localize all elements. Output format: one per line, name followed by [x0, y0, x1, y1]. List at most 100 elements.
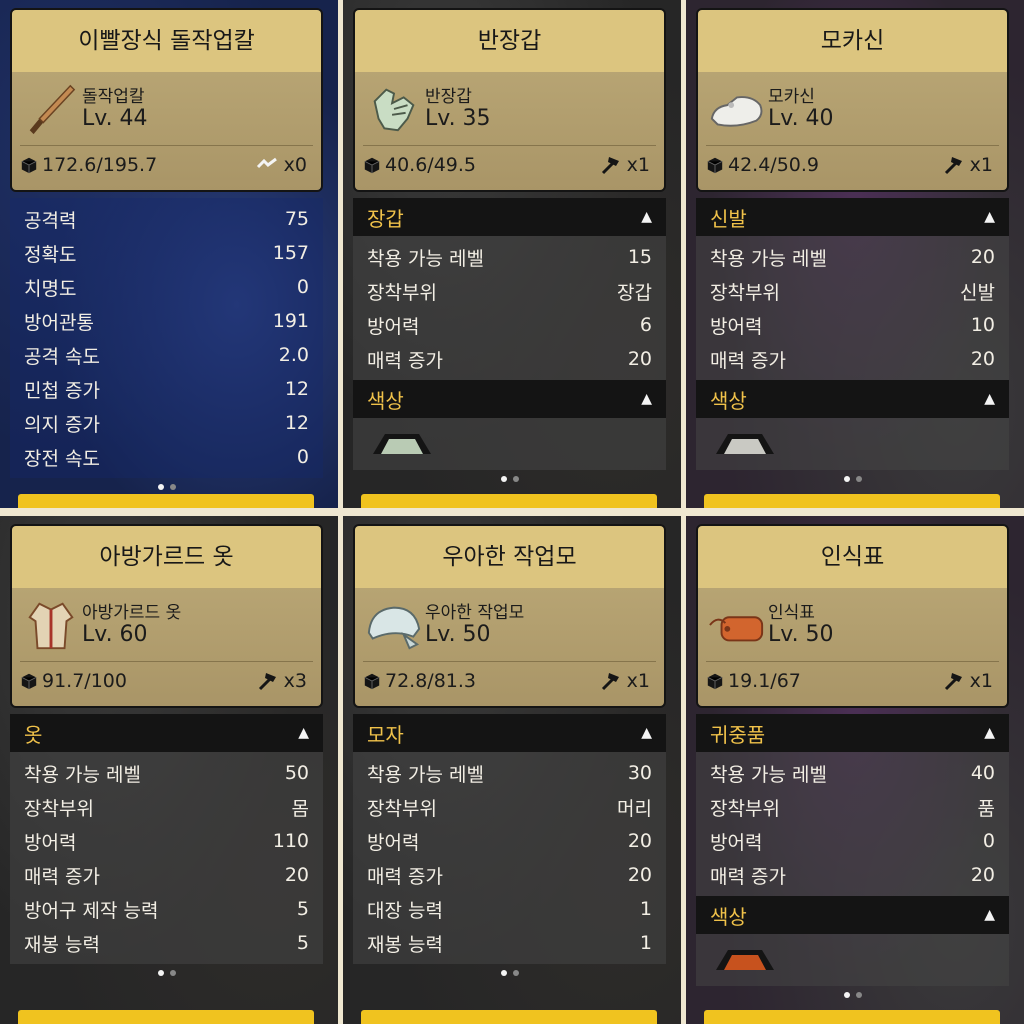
stat-value: 75: [284, 208, 309, 230]
item-info: 아방가르드 옷 Lv. 60 91.7/100 x3: [12, 588, 321, 706]
item-level: Lv. 50: [768, 622, 834, 647]
action-button[interactable]: [18, 1010, 314, 1024]
item-name: 돌작업칼: [82, 87, 145, 107]
screenshot-grid: 이빨장식 돌작업칼 돌작업칼 Lv. 44 172.6/195.7 x0 공격력…: [0, 0, 1024, 1024]
durability-value: x1: [969, 670, 993, 692]
divider: [20, 661, 313, 662]
color-swatch[interactable]: [714, 432, 776, 456]
collapse-arrow-icon[interactable]: ▲: [641, 209, 652, 225]
collapse-arrow-icon[interactable]: ▲: [984, 725, 995, 741]
item-details: 신발 ▲ 착용 가능 레벨 20 장착부위 신발 방어력 10 매력 증가 20…: [696, 198, 1009, 488]
stat-label: 착용 가능 레벨: [24, 763, 141, 786]
stat-label: 착용 가능 레벨: [367, 763, 484, 786]
page-dot[interactable]: [500, 476, 507, 482]
divider: [363, 661, 656, 662]
item-weight: 91.7/100: [20, 670, 127, 692]
color-section-label: 색상: [367, 388, 404, 413]
stat-value: 20: [970, 864, 995, 886]
page-dot[interactable]: [855, 992, 862, 998]
item-level: Lv. 60: [82, 622, 148, 647]
category-label: 신발: [710, 206, 747, 231]
color-section-label: 색상: [710, 904, 747, 929]
stat-row: 장착부위 품: [710, 790, 995, 824]
item-card-panel: 인식표 인식표 Lv. 50 19.1/67 x1 귀중품 ▲ 착용 가능 레벨…: [686, 516, 1024, 1024]
glove-icon: [365, 80, 423, 138]
stat-label: 착용 가능 레벨: [367, 247, 484, 270]
weight-value: 72.8/81.3: [385, 670, 477, 692]
stat-label: 의지 증가: [24, 413, 100, 436]
item-level: Lv. 50: [425, 622, 491, 647]
category-header[interactable]: 신발 ▲: [696, 198, 1009, 236]
durability-icon: [256, 157, 277, 169]
stat-label: 장착부위: [367, 281, 437, 304]
page-dot[interactable]: [500, 970, 507, 976]
stat-value: 0: [296, 446, 309, 468]
action-button[interactable]: [704, 1010, 1000, 1024]
category-label: 모자: [367, 722, 404, 747]
color-swatch[interactable]: [371, 432, 433, 456]
action-button[interactable]: [18, 494, 314, 508]
action-button[interactable]: [704, 494, 1000, 508]
item-card-panel: 모카신 모카신 Lv. 40 42.4/50.9 x1 신발 ▲ 착용 가능 레…: [686, 0, 1024, 508]
color-section-header[interactable]: 색상 ▲: [696, 380, 1009, 418]
item-header-card: 모카신 모카신 Lv. 40 42.4/50.9 x1: [696, 8, 1009, 192]
durability-value: x1: [626, 154, 650, 176]
page-dot[interactable]: [512, 970, 519, 976]
page-dot[interactable]: [843, 992, 850, 998]
collapse-arrow-icon[interactable]: ▲: [984, 907, 995, 923]
weight-box-icon: [364, 673, 380, 690]
color-swatch[interactable]: [714, 948, 776, 972]
stat-row: 장착부위 장갑: [367, 274, 652, 308]
page-dot[interactable]: [843, 476, 850, 482]
weight-box-icon: [707, 157, 723, 174]
stat-label: 재봉 능력: [24, 933, 100, 956]
stat-row: 민첩 증가 12: [24, 372, 309, 406]
stat-row: 방어력 110: [24, 824, 309, 858]
page-dot[interactable]: [157, 970, 164, 976]
collapse-arrow-icon[interactable]: ▲: [984, 391, 995, 407]
stat-label: 방어관통: [24, 311, 94, 334]
collapse-arrow-icon[interactable]: ▲: [641, 725, 652, 741]
page-dot[interactable]: [169, 484, 176, 490]
stats-list: 착용 가능 레벨 50 장착부위 몸 방어력 110 매력 증가 20 방어구 …: [10, 752, 323, 964]
stat-row: 방어구 제작 능력 5: [24, 892, 309, 926]
category-header[interactable]: 장갑 ▲: [353, 198, 666, 236]
stat-label: 방어력: [710, 315, 763, 338]
item-level: Lv. 40: [768, 106, 834, 131]
stat-value: 5: [296, 898, 309, 920]
clothes-icon: [22, 596, 80, 654]
action-button[interactable]: [361, 1010, 657, 1024]
page-dot[interactable]: [169, 970, 176, 976]
page-indicator: [10, 964, 323, 982]
category-header[interactable]: 옷 ▲: [10, 714, 323, 752]
page-dot[interactable]: [512, 476, 519, 482]
collapse-arrow-icon[interactable]: ▲: [984, 209, 995, 225]
stat-value: 1: [639, 898, 652, 920]
category-header[interactable]: 모자 ▲: [353, 714, 666, 752]
stat-row: 의지 증가 12: [24, 406, 309, 440]
stat-row: 착용 가능 레벨 20: [710, 240, 995, 274]
weight-box-icon: [21, 673, 37, 690]
action-button[interactable]: [361, 494, 657, 508]
color-section-header[interactable]: 색상 ▲: [696, 896, 1009, 934]
collapse-arrow-icon[interactable]: ▲: [641, 391, 652, 407]
stat-label: 장착부위: [24, 797, 94, 820]
divider: [20, 145, 313, 146]
item-card-panel: 이빨장식 돌작업칼 돌작업칼 Lv. 44 172.6/195.7 x0 공격력…: [0, 0, 338, 508]
stat-value: 0: [982, 830, 995, 852]
category-header[interactable]: 귀중품 ▲: [696, 714, 1009, 752]
stat-value: 15: [627, 246, 652, 268]
page-dot[interactable]: [855, 476, 862, 482]
item-durability: x0: [256, 154, 307, 176]
stat-label: 장착부위: [710, 797, 780, 820]
item-durability: x1: [599, 154, 650, 176]
durability-value: x3: [283, 670, 307, 692]
item-name: 모카신: [768, 87, 815, 107]
stat-row: 매력 증가 20: [367, 342, 652, 376]
color-section-header[interactable]: 색상 ▲: [353, 380, 666, 418]
collapse-arrow-icon[interactable]: ▲: [298, 725, 309, 741]
item-info: 인식표 Lv. 50 19.1/67 x1: [698, 588, 1007, 706]
page-dot[interactable]: [157, 484, 164, 490]
stat-row: 매력 증가 20: [710, 858, 995, 892]
stats-list: 착용 가능 레벨 40 장착부위 품 방어력 0 매력 증가 20: [696, 752, 1009, 896]
